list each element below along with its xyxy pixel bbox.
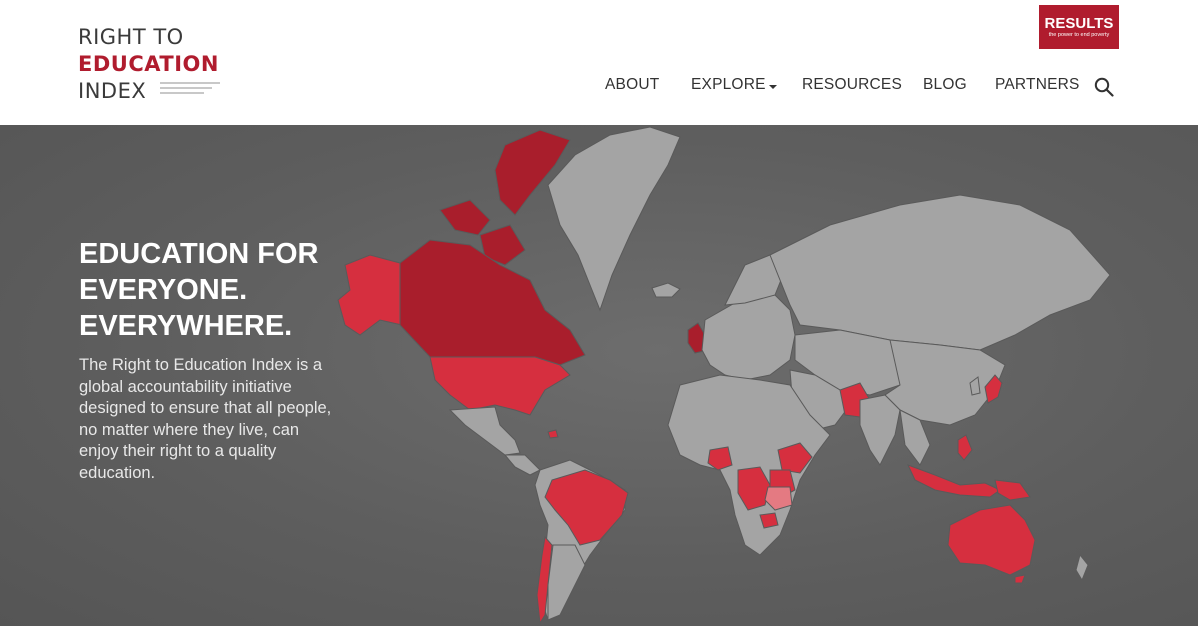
rtei-logo[interactable]: RIGHT TO EDUCATION INDEX xyxy=(78,24,220,105)
map-europe xyxy=(701,294,796,381)
nav-partners[interactable]: PARTNERS xyxy=(995,76,1080,94)
results-logo-title: RESULTS xyxy=(1044,15,1114,32)
hero-title-line-3: EVERYWHERE. xyxy=(79,310,293,342)
map-new-zealand xyxy=(1075,553,1089,582)
map-indonesia xyxy=(907,464,1001,498)
map-russia xyxy=(769,194,1111,351)
results-partner-logo[interactable]: RESULTS the power to end poverty xyxy=(1039,5,1119,49)
search-icon[interactable] xyxy=(1094,77,1114,97)
map-greenland xyxy=(547,126,681,312)
map-iceland xyxy=(651,282,681,298)
map-india xyxy=(859,394,901,466)
nav-about[interactable]: ABOUT xyxy=(605,76,659,94)
logo-line-2: EDUCATION xyxy=(78,52,219,76)
nav-resources[interactable]: RESOURCES xyxy=(802,76,902,94)
map-mexico xyxy=(448,406,521,456)
map-haiti xyxy=(547,429,559,439)
map-philippines xyxy=(957,434,973,461)
map-usa xyxy=(429,356,571,416)
results-logo-tagline: the power to end poverty xyxy=(1048,32,1110,38)
logo-bars-decoration xyxy=(160,82,220,97)
caret-down-icon[interactable] xyxy=(769,85,777,89)
nav-explore[interactable]: EXPLORE xyxy=(691,76,766,94)
map-tasmania xyxy=(1014,574,1026,584)
map-central-america xyxy=(503,454,541,476)
hero-section: EDUCATION FOR EVERYONE. EVERYWHERE. The … xyxy=(0,125,1198,626)
hero-title-line-1: EDUCATION FOR xyxy=(79,238,319,270)
hero-title-line-2: EVERYONE. xyxy=(79,274,248,306)
map-australia xyxy=(947,504,1036,576)
hero-description: The Right to Education Index is a global… xyxy=(79,356,332,482)
nav-blog[interactable]: BLOG xyxy=(923,76,967,94)
hero-title: EDUCATION FOR EVERYONE. EVERYWHERE. xyxy=(79,236,319,344)
logo-line-1: RIGHT TO xyxy=(78,25,184,49)
map-papua xyxy=(994,479,1031,501)
map-argentina xyxy=(547,544,586,621)
map-alaska xyxy=(337,254,403,336)
site-header: RIGHT TO EDUCATION INDEX RESULTS the pow… xyxy=(0,0,1198,125)
